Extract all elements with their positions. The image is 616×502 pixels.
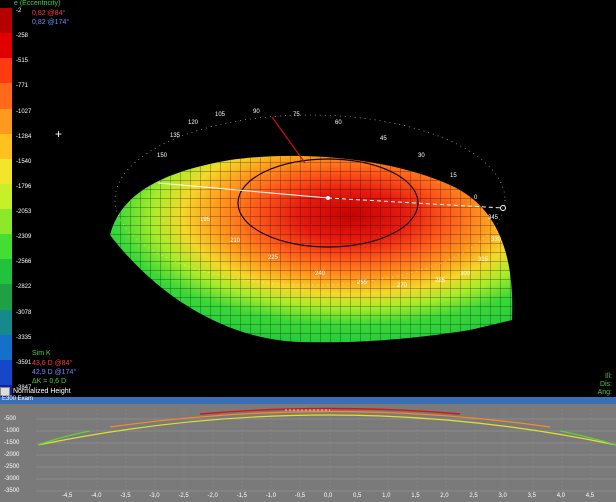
- ang-label: Ang:: [597, 389, 612, 396]
- angle-label: 240: [315, 271, 326, 277]
- profile-x-tick: 4,0: [556, 493, 566, 499]
- simk-k2: 42,9 D @174°: [32, 369, 77, 376]
- normalized-height-label: Normalized Height: [13, 388, 71, 395]
- profile-x-tick: 2,0: [440, 493, 449, 499]
- profile-y-tick: -1500: [4, 440, 20, 446]
- profile-y-tick: -1000: [4, 428, 20, 434]
- profile-x-tick: 0,0: [323, 493, 333, 499]
- color-scale-swatch: [0, 359, 12, 385]
- angle-label: 330: [491, 237, 502, 243]
- profile-x-tick: -0,5: [294, 493, 306, 499]
- color-scale-swatch: [0, 259, 12, 285]
- color-scale-swatch: [0, 108, 12, 134]
- profile-x-tick: 3,5: [527, 493, 536, 499]
- profile-x-tick: -3,5: [120, 493, 131, 499]
- simk-title: Sim K: [32, 350, 51, 357]
- color-scale-label: -1796: [16, 183, 32, 190]
- color-scale-label: -2566: [16, 259, 32, 266]
- angle-label: 45: [380, 136, 387, 142]
- angle-label: 75: [293, 112, 300, 118]
- profile-x-tick: -2,5: [178, 493, 189, 499]
- dis-label: Dis:: [599, 381, 612, 388]
- color-scale-swatch: [0, 58, 12, 84]
- color-scale-label: -3591: [16, 359, 32, 366]
- angle-label: 255: [357, 280, 368, 286]
- angle-label: 210: [230, 238, 241, 244]
- color-scale-label: -515: [16, 58, 29, 65]
- color-scale-swatch: [0, 209, 12, 235]
- profile-y-tick: -3000: [4, 476, 20, 482]
- color-scale-label: -2: [16, 8, 22, 14]
- color-scale-swatch: [0, 284, 12, 310]
- color-scale-bar: [0, 8, 12, 410]
- angle-label: 300: [460, 271, 471, 277]
- angle-label: 150: [157, 153, 168, 159]
- profile-x-tick: -2,0: [207, 493, 218, 499]
- profile-y-tick: -500: [4, 416, 17, 422]
- right-info: Ill: Dis: Ang:: [598, 373, 612, 397]
- color-scale-label: -771: [16, 83, 29, 90]
- color-scale-label: -2309: [16, 234, 32, 241]
- topography-view[interactable]: 105 90 75 60 45 120 135 150 30 15 0 345 …: [0, 0, 616, 410]
- angle-label: 30: [418, 153, 425, 159]
- angle-labels: 105 90 75 60 45 120 135 150 30 15 0 345 …: [0, 0, 616, 397]
- profile-x-tick: -4,0: [91, 493, 102, 499]
- color-scale-label: -3335: [16, 334, 32, 341]
- profile-x-tick: 2,5: [469, 493, 478, 499]
- eccentricity-value-2: 0,82 @174°: [32, 19, 70, 26]
- angle-label: 0: [474, 195, 478, 201]
- color-scale-swatch: [0, 183, 12, 209]
- profile-y-tick: -2000: [4, 452, 20, 458]
- profile-y-tick: -3500: [4, 488, 20, 494]
- profile-x-tick: 4,5: [585, 493, 595, 499]
- profile-x-tick: -1,5: [236, 493, 247, 499]
- color-scale-label: -1284: [16, 133, 32, 140]
- profile-x-tick: 3,0: [498, 493, 507, 499]
- profile-x-tick: 1,5: [411, 493, 420, 499]
- color-scale-swatch: [0, 83, 12, 109]
- profile-x-tick: 0,5: [353, 493, 362, 499]
- color-scale-swatch: [0, 8, 12, 34]
- color-scale-label: -3078: [16, 309, 32, 316]
- color-scale-label: -258: [16, 33, 29, 40]
- angle-label: 120: [188, 120, 199, 126]
- color-scale-swatch: [0, 234, 12, 260]
- color-scale-swatch: [0, 309, 12, 335]
- angle-label: 60: [335, 120, 342, 126]
- normalized-height-toggle[interactable]: [0, 387, 10, 396]
- color-scale-swatch: [0, 33, 12, 59]
- angle-label: 315: [478, 257, 489, 263]
- crosshair-cursor-icon: +: [55, 127, 63, 141]
- profile-x-tick: 1,0: [382, 493, 391, 499]
- eccentricity-title: e (Eccentricity): [14, 0, 61, 7]
- color-scale-label: -1540: [16, 158, 32, 165]
- color-scale-label: -2822: [16, 284, 32, 291]
- angle-label: 105: [215, 112, 226, 118]
- profile-y-tick: -2500: [4, 464, 20, 470]
- angle-label: 270: [397, 283, 408, 289]
- eccentricity-value-1: 0,82 @84°: [32, 10, 66, 17]
- color-scale-swatch: [0, 334, 12, 360]
- color-scale-label: -1027: [16, 108, 32, 115]
- angle-label: 90: [253, 109, 260, 115]
- angle-label: 135: [170, 133, 181, 139]
- simk-delta-k: ΔK = 0,6 D: [32, 378, 67, 385]
- color-scale-swatch: [0, 133, 12, 159]
- simk-k1: 43,6 D @84°: [32, 360, 73, 367]
- angle-label: 195: [200, 217, 211, 223]
- angle-label: 345: [488, 215, 499, 221]
- color-scale-swatch: [0, 158, 12, 184]
- profile-x-tick: -4,5: [62, 493, 73, 499]
- ill-label: Ill:: [605, 373, 612, 380]
- angle-label: 15: [450, 173, 457, 179]
- profile-panel[interactable]: E300 Exam -500 -1000-1500 -2000 -2500 -3…: [0, 396, 616, 502]
- profile-x-tick: -3,0: [149, 493, 160, 499]
- angle-label: 285: [435, 278, 446, 284]
- profile-x-tick: -1,0: [265, 493, 277, 499]
- angle-label: 225: [268, 255, 279, 261]
- color-scale-label: -2053: [16, 209, 32, 216]
- profile-chart[interactable]: [0, 397, 616, 502]
